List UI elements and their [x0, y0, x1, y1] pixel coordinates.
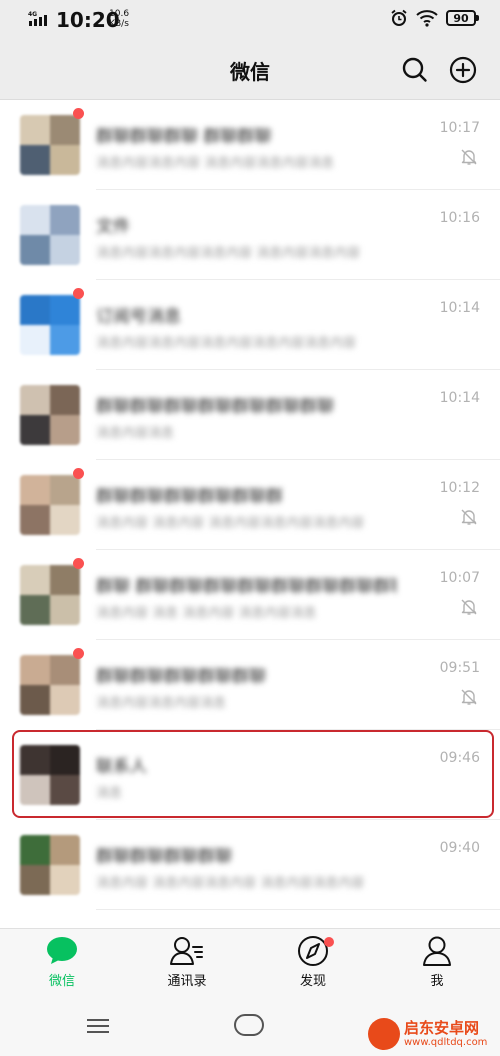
status-bar: 4G 10:20 10.6 KB/s 90 [0, 0, 500, 40]
chat-time: 10:14 [439, 300, 480, 316]
notification-dot [324, 937, 334, 947]
chat-preview: 消息内容消息内容 消息内容消息内容消息 [96, 156, 335, 171]
tab-contacts[interactable]: 通讯录 [132, 935, 242, 995]
tab-label: 我 [430, 974, 444, 989]
chat-list: 群聊群聊群聊群聊 消息内容 消息内容消息内容 消息内容消息内容 09:40 联系人 消息… [0, 100, 500, 928]
plus-circle-icon[interactable] [448, 55, 478, 85]
svg-text:4G: 4G [28, 11, 37, 18]
tab-label: 微信 [48, 974, 75, 989]
watermark-url: www.qdltdq.com [404, 1037, 488, 1048]
chat-row[interactable]: 订阅号消息消息内容消息内容消息内容消息内容消息内容 10:14 [0, 280, 500, 370]
avatar [20, 385, 80, 445]
avatar [20, 295, 80, 355]
highlight-box [12, 730, 494, 818]
chat-time: 09:51 [439, 660, 480, 676]
chat-row[interactable]: 群聊群聊群聊群聊群聊群聊群聊消息内容消息 10:14 [0, 370, 500, 460]
row-divider [96, 459, 500, 460]
chat-time: 10:12 [439, 480, 480, 496]
battery-icon: 90 [446, 10, 479, 26]
tab-me[interactable]: 我 [382, 935, 492, 995]
network-speed: 10.6 KB/s [109, 9, 130, 29]
chat-preview: 消息内容 消息内容 消息内容消息内容消息内容 [96, 516, 365, 531]
row-divider [96, 279, 500, 280]
mute-bell-icon [461, 509, 477, 525]
unread-badge [73, 558, 84, 569]
contacts-icon [170, 937, 203, 965]
row-divider [96, 639, 500, 640]
chat-preview: 消息内容消息内容消息内容 消息内容消息内容 [96, 246, 361, 261]
avatar [20, 475, 80, 535]
status-icons: 90 [390, 9, 479, 27]
row-divider [96, 909, 500, 910]
watermark-logo-icon [368, 1018, 400, 1050]
avatar [20, 835, 80, 895]
home-pill-icon[interactable] [234, 1014, 264, 1036]
chat-row[interactable]: 群聊群聊群聊群聊群聊群消息内容 消息内容 消息内容消息内容消息内容 10:12 [0, 460, 500, 550]
search-icon[interactable] [400, 55, 430, 85]
chat-name: 群聊群聊群聊群聊群聊群 [96, 487, 283, 507]
watermark: 启东安卓网 www.qdltdq.com [368, 1016, 498, 1054]
chat-time: 10:07 [439, 570, 480, 586]
watermark-title: 启东安卓网 [404, 1019, 480, 1037]
row-divider [96, 369, 500, 370]
unread-badge [73, 468, 84, 479]
tab-discover[interactable]: 发现 [258, 935, 368, 995]
signal-icon: 4G [28, 11, 47, 26]
wifi-icon [416, 10, 438, 27]
chat-preview: 消息内容 消息 消息内容 消息内容消息 [96, 606, 317, 621]
row-divider [96, 189, 500, 190]
avatar [20, 655, 80, 715]
chat-name: 群聊群聊群聊群聊群聊 [96, 667, 266, 687]
unread-badge [73, 648, 84, 659]
chat-name: 群聊群聊群聊群聊 [96, 847, 232, 867]
chat-time: 09:40 [439, 840, 480, 856]
chat-row[interactable]: 文件消息内容消息内容消息内容 消息内容消息内容 10:16 [0, 190, 500, 280]
chat-row[interactable]: 群聊群聊群聊群聊群聊消息内容消息内容消息 09:51 [0, 640, 500, 730]
tab-label: 发现 [299, 974, 326, 989]
mute-bell-icon [461, 599, 477, 615]
chat-time: 10:14 [439, 390, 480, 406]
tab-bar: 微信 通讯录 发现 我 [0, 928, 500, 998]
chat-name: 群聊群聊群聊 群聊群聊 [96, 127, 272, 147]
chat-name: 文件 [96, 217, 130, 237]
chat-name: 群聊群聊群聊群聊群聊群聊群聊 [96, 397, 334, 417]
tab-label: 通讯录 [167, 974, 207, 989]
app-header: 微信 [0, 40, 500, 100]
tab-chats[interactable]: 微信 [7, 935, 117, 995]
avatar [20, 565, 80, 625]
chat-time: 10:16 [439, 210, 480, 226]
chat-preview: 消息内容消息 [96, 426, 175, 441]
menu-icon[interactable] [86, 1018, 110, 1034]
avatar [20, 205, 80, 265]
mute-bell-icon [461, 149, 477, 165]
person-icon [423, 936, 451, 966]
chat-preview: 消息内容消息内容消息 [96, 696, 227, 711]
row-divider [96, 819, 500, 820]
chat-preview: 消息内容 消息内容消息内容 消息内容消息内容 [96, 876, 365, 891]
chat-row[interactable]: 群聊 群聊群聊群聊群聊群聊群聊群聊群聊消息内容 消息 消息内容 消息内容消息 10… [0, 550, 500, 640]
row-divider [96, 549, 500, 550]
avatar [20, 115, 80, 175]
chat-row[interactable]: 群聊群聊群聊群聊消息内容 消息内容消息内容 消息内容消息内容 09:40 [0, 820, 500, 910]
alarm-icon [391, 9, 407, 26]
chat-row[interactable]: 群聊群聊群聊 群聊群聊消息内容消息内容 消息内容消息内容消息 10:17 [0, 100, 500, 190]
chat-preview: 消息内容消息内容消息内容消息内容消息内容 [96, 336, 357, 351]
mute-bell-icon [461, 689, 477, 705]
unread-badge [73, 288, 84, 299]
chat-time: 10:17 [439, 120, 480, 136]
chat-name: 订阅号消息 [96, 307, 181, 327]
unread-badge [73, 108, 84, 119]
chat-name: 群聊 群聊群聊群聊群聊群聊群聊群聊群聊 [96, 577, 396, 597]
chat-bubble-icon [47, 937, 77, 964]
